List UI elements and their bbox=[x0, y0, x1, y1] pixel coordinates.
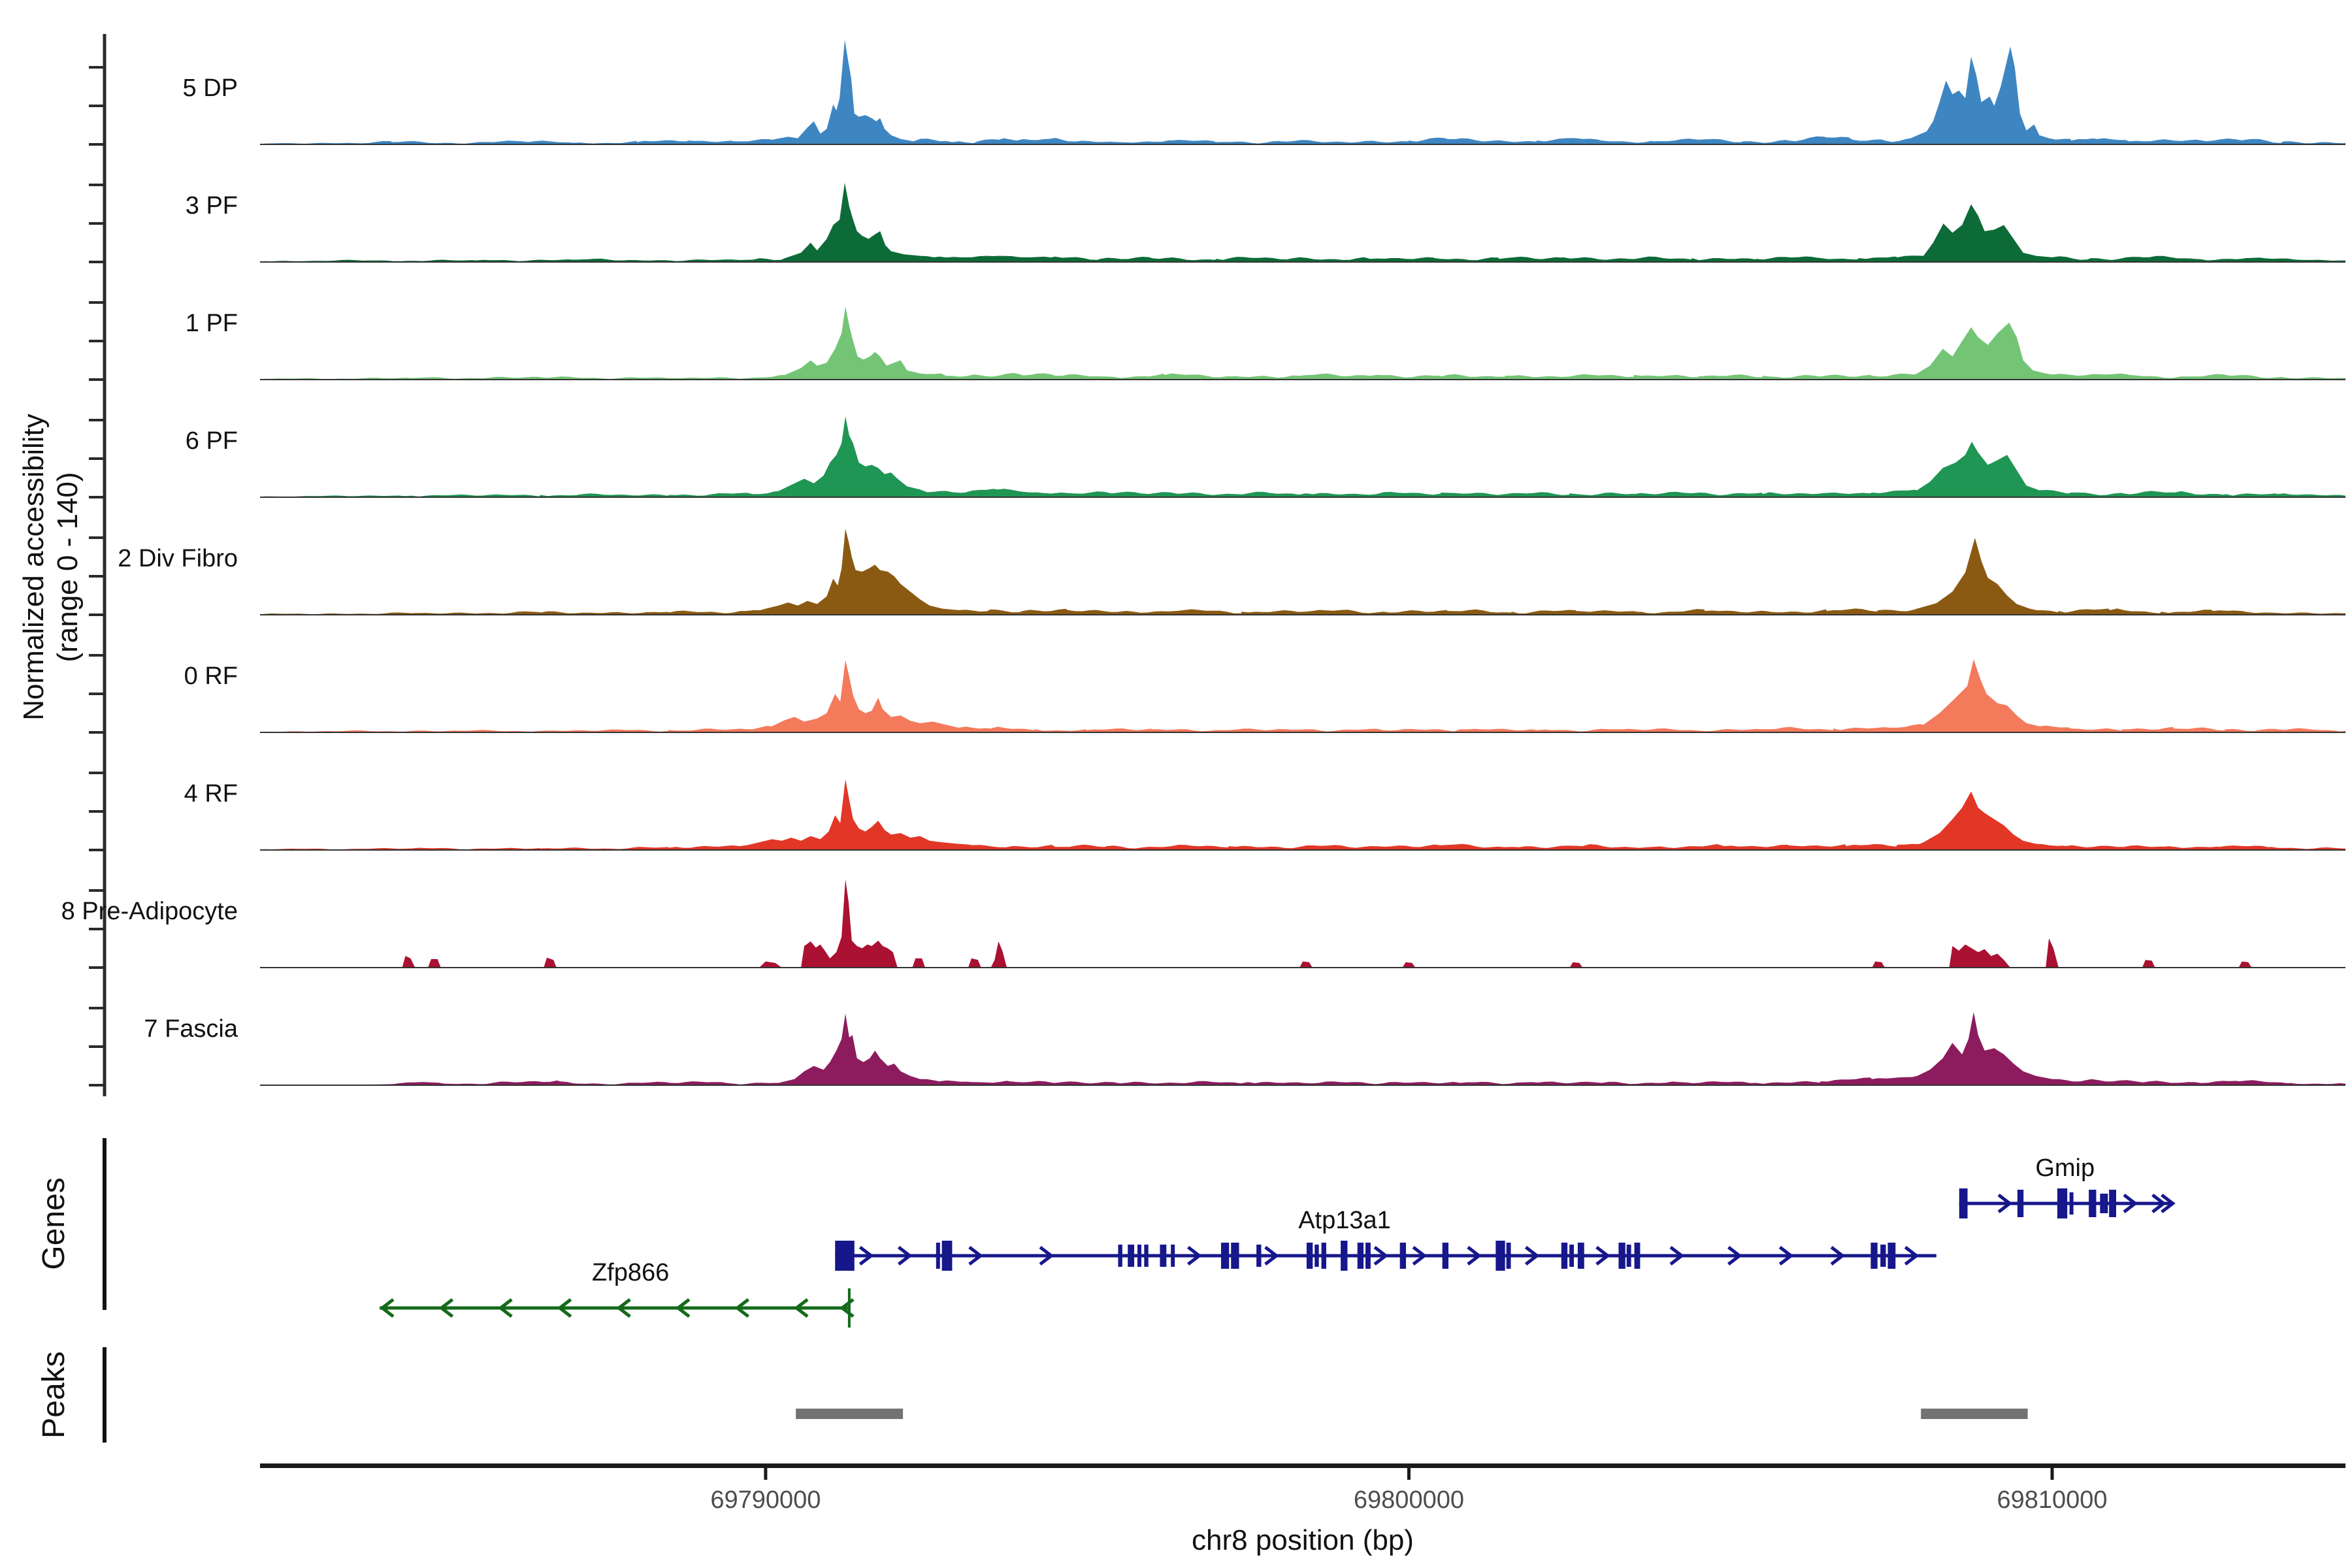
gene-exon bbox=[1221, 1243, 1229, 1269]
gene-exon bbox=[1887, 1243, 1895, 1269]
gene-exon bbox=[1322, 1243, 1326, 1269]
gene-exon bbox=[1959, 1188, 1968, 1218]
gene-exon bbox=[2070, 1192, 2074, 1215]
coverage-track: 1 PF bbox=[186, 306, 2345, 380]
gene-exon bbox=[1144, 1245, 1148, 1267]
track-label: 4 RF bbox=[184, 780, 238, 808]
coverage-area bbox=[264, 779, 2345, 850]
gene-exon bbox=[1578, 1243, 1584, 1269]
gene-label: Gmip bbox=[2035, 1154, 2095, 1182]
track-label: 6 PF bbox=[186, 427, 238, 455]
coverage-area bbox=[264, 40, 2345, 144]
gene-exon bbox=[1341, 1241, 1347, 1271]
gene-exon bbox=[1400, 1243, 1406, 1269]
y-axis-label-line1: Normalized accessibility bbox=[18, 414, 50, 720]
coverage-track: 2 Div Fibro bbox=[118, 529, 2345, 615]
peak-calls bbox=[796, 1409, 2027, 1419]
coverage-area bbox=[264, 529, 2345, 615]
x-axis-line bbox=[260, 1463, 2345, 1468]
coverage-track: 7 Fascia bbox=[144, 1012, 2345, 1085]
coverage-track: 5 DP bbox=[183, 40, 2345, 144]
track-label: 3 PF bbox=[186, 192, 238, 220]
x-axis-tick-label: 69800000 bbox=[1354, 1486, 1464, 1514]
coverage-track: 3 PF bbox=[186, 183, 2345, 262]
gene-exon bbox=[1128, 1245, 1134, 1267]
track-label: 0 RF bbox=[184, 662, 238, 690]
gene-exon bbox=[1231, 1243, 1239, 1269]
coverage-area bbox=[264, 416, 2345, 497]
gene-exon bbox=[2017, 1190, 2023, 1217]
track-label: 7 Fascia bbox=[144, 1015, 238, 1043]
coverage-area bbox=[264, 306, 2345, 380]
gene-exon bbox=[1495, 1241, 1505, 1271]
track-label: 2 Div Fibro bbox=[118, 545, 238, 572]
track-label: 1 PF bbox=[186, 310, 238, 337]
gene-exon bbox=[1443, 1243, 1448, 1269]
gene-exon bbox=[1315, 1245, 1318, 1267]
gene-exon bbox=[1160, 1245, 1166, 1267]
gene-model: Gmip bbox=[1959, 1154, 2173, 1218]
gene-exon bbox=[1358, 1243, 1364, 1269]
gene-exon bbox=[2100, 1194, 2104, 1213]
coverage-track: 8 Pre-Adipocyte bbox=[61, 879, 2345, 968]
x-axis-title: chr8 position (bp) bbox=[1192, 1524, 1414, 1556]
gene-exon bbox=[1137, 1245, 1141, 1267]
peak-bar bbox=[1921, 1409, 2027, 1419]
x-axis-tick-label: 69790000 bbox=[710, 1486, 821, 1514]
gene-exon bbox=[1171, 1245, 1175, 1267]
gene-exon bbox=[2089, 1190, 2096, 1217]
x-axis-tick-label: 69810000 bbox=[1997, 1486, 2107, 1514]
gene-exon bbox=[1507, 1243, 1511, 1269]
gene-exon bbox=[1870, 1243, 1877, 1269]
gene-exon bbox=[1627, 1245, 1631, 1267]
gene-exon bbox=[2104, 1194, 2108, 1213]
gene-exon bbox=[2109, 1190, 2116, 1217]
coverage-track: 6 PF bbox=[186, 416, 2345, 497]
gene-exon bbox=[942, 1241, 953, 1271]
coverage-area bbox=[264, 879, 2345, 968]
gene-exon bbox=[1880, 1245, 1886, 1267]
coverage-track: 0 RF bbox=[184, 659, 2345, 732]
gene-exon bbox=[1365, 1243, 1371, 1269]
coverage-area bbox=[264, 1012, 2345, 1085]
coverage-area bbox=[264, 659, 2345, 732]
gene-exon bbox=[1561, 1243, 1567, 1269]
gene-exon bbox=[1635, 1243, 1641, 1269]
gene-model: Zfp866 bbox=[380, 1259, 853, 1328]
x-axis-ticks: 69790000 69800000 69810000 bbox=[710, 1468, 2107, 1514]
gene-exon bbox=[1307, 1243, 1313, 1269]
coverage-tracks: 5 DP 3 PF 1 PF 6 PF 2 Div Fibro 0 RF 4 RF 8 Pre… bbox=[61, 40, 2345, 1085]
y-axis-label-line2: (range 0 - 140) bbox=[52, 472, 84, 662]
genome-browser-figure: Normalized accessibility (range 0 - 140)… bbox=[0, 0, 2352, 1568]
gene-exon bbox=[936, 1243, 940, 1269]
gene-models: Zfp866 Atp13a1 Gmip bbox=[380, 1154, 2173, 1328]
gene-exon bbox=[835, 1241, 855, 1271]
genes-section-label: Genes bbox=[37, 1177, 71, 1269]
tracks-axis-ticks bbox=[89, 67, 105, 1085]
gene-exon bbox=[1256, 1245, 1261, 1267]
gene-label: Atp13a1 bbox=[1298, 1207, 1391, 1234]
peak-bar bbox=[796, 1409, 903, 1419]
gene-label: Zfp866 bbox=[592, 1259, 669, 1286]
gene-exon bbox=[1618, 1243, 1625, 1269]
gene-exon bbox=[1118, 1245, 1122, 1267]
gene-exon bbox=[2057, 1188, 2067, 1218]
track-label: 5 DP bbox=[183, 74, 238, 102]
coverage-area bbox=[264, 183, 2345, 262]
peaks-section-label: Peaks bbox=[37, 1351, 71, 1438]
track-label: 8 Pre-Adipocyte bbox=[61, 898, 238, 925]
coverage-track: 4 RF bbox=[184, 779, 2345, 850]
gene-exon bbox=[1569, 1245, 1574, 1267]
gene-model: Atp13a1 bbox=[835, 1207, 1936, 1271]
